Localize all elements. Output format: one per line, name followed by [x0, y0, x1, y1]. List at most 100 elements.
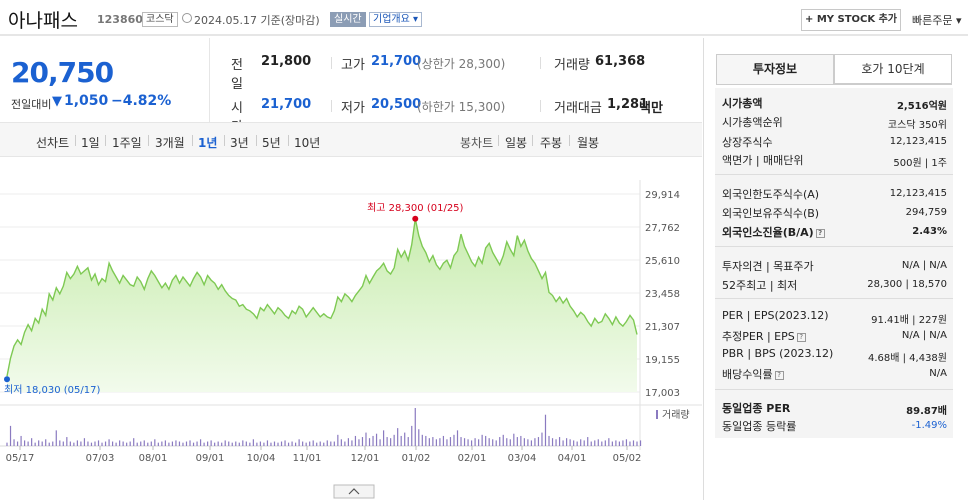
add-my-stock-button[interactable]: + MY STOCK 추가	[801, 9, 901, 31]
help-icon[interactable]: ?	[796, 333, 806, 342]
volume-bar	[161, 441, 163, 446]
volume-bar	[548, 435, 550, 446]
volume-bar	[178, 441, 181, 446]
volume-bar	[154, 439, 156, 446]
volume-bar	[164, 440, 166, 446]
market-cap-rank-label: 시가총액순위	[722, 116, 783, 129]
industry-per-label[interactable]: 동일업종 PER	[722, 400, 790, 416]
volume-bar	[13, 439, 15, 446]
company-info-dropdown[interactable]: 기업개요 ▾	[369, 12, 422, 27]
quick-order-button[interactable]: 빠른주문 ▾	[912, 12, 962, 28]
low-marker	[4, 376, 10, 383]
volume-bar	[502, 434, 504, 446]
volume-bar	[16, 441, 19, 446]
volume-bar	[277, 442, 279, 446]
volume-bar	[467, 439, 469, 446]
lower-limit: (하한가 15,300)	[417, 100, 506, 114]
volume-bar	[615, 440, 617, 446]
volume-bar	[485, 435, 487, 446]
volume-bar	[143, 440, 145, 446]
low-value: 20,500	[371, 97, 422, 112]
candle-monthly[interactable]: 월봉	[577, 134, 599, 151]
range-3m[interactable]: 3개월	[155, 134, 185, 151]
x-tick-label: 02/01	[458, 453, 487, 464]
help-icon[interactable]: ?	[774, 371, 784, 380]
divider	[715, 174, 953, 175]
volume-bar	[499, 437, 501, 446]
candle-daily[interactable]: 일봉	[505, 134, 527, 151]
dividend-value: N/A	[929, 368, 947, 379]
volume-bar	[133, 438, 135, 446]
volume-bar	[189, 440, 191, 446]
volume-bar	[344, 441, 346, 446]
volume-bar	[509, 439, 511, 446]
y-tick-label: 29,914	[645, 190, 680, 201]
listed-shares-value: 12,123,415	[889, 136, 947, 147]
divider	[256, 135, 257, 146]
volume-bar	[340, 439, 342, 446]
prev-close-value: 21,800	[261, 54, 312, 69]
volume-bar	[375, 433, 378, 446]
volume-bar	[326, 440, 328, 446]
pbr-label: PBR | BPS (2023.12)	[722, 347, 834, 360]
volume-bar	[55, 430, 57, 446]
range-10y[interactable]: 10년	[294, 134, 320, 151]
volume-bar	[217, 441, 219, 446]
volume-bar	[368, 438, 371, 446]
divider	[331, 57, 332, 69]
volume-bar	[171, 441, 174, 446]
volume-bar	[453, 434, 455, 446]
range-1w[interactable]: 1주일	[112, 134, 142, 151]
volume-bar	[302, 441, 304, 446]
low-label: 저가	[341, 101, 365, 116]
x-tick-label: 04/01	[558, 453, 587, 464]
x-tick-label: 12/01	[351, 453, 380, 464]
volume-bar	[312, 440, 314, 446]
tab-orderbook[interactable]: 호가 10단계	[834, 54, 952, 84]
market-badge: 코스닥	[142, 12, 178, 27]
volume-bar	[386, 437, 388, 446]
volume-bar	[520, 435, 522, 446]
range-3y[interactable]: 3년	[230, 134, 249, 151]
upper-limit: (상한가 28,300)	[417, 57, 506, 71]
volume-bar	[97, 440, 100, 446]
help-icon[interactable]: ?	[815, 229, 825, 238]
down-arrow-icon: ▼	[52, 94, 62, 109]
volume-bar	[210, 440, 212, 446]
collapse-button[interactable]	[333, 484, 375, 499]
volume-bar	[319, 441, 321, 446]
listed-shares-label: 상장주식수	[722, 136, 773, 149]
investment-info-panel: 투자정보 호가 10단계 시가총액 2,516억원 시가총액순위 코스닥 350…	[703, 38, 968, 500]
divider	[288, 135, 289, 146]
volume-bar	[119, 440, 121, 446]
divider	[224, 135, 225, 146]
volume-bar	[354, 435, 357, 446]
volume-bar	[597, 439, 599, 446]
volume-bar	[38, 440, 40, 446]
range-5y[interactable]: 5년	[262, 134, 281, 151]
volume-bar	[185, 441, 188, 446]
tab-investment-info[interactable]: 투자정보	[716, 54, 834, 84]
opinion-value: N/A | N/A	[901, 260, 947, 271]
candle-weekly[interactable]: 주봉	[540, 134, 562, 151]
volume-bar	[365, 432, 367, 446]
volume-bar	[273, 441, 276, 446]
volume-bar	[27, 441, 29, 446]
divider	[716, 84, 952, 85]
realtime-button[interactable]: 실시간	[330, 12, 366, 27]
range-1y[interactable]: 1년	[198, 134, 217, 151]
volume-bar	[404, 432, 406, 446]
y-tick-label: 25,610	[645, 256, 680, 267]
x-tick-label: 05/02	[613, 453, 642, 464]
range-1d[interactable]: 1일	[81, 134, 100, 151]
volume-bar	[425, 435, 427, 446]
volume-bar	[136, 442, 138, 446]
industry-change-label[interactable]: 동일업종 등락률	[722, 418, 796, 434]
divider	[715, 298, 953, 299]
volume-bar	[157, 442, 159, 446]
price-chart[interactable]: 29,914 27,762 25,610 23,458 21,307 19,155 17,0…	[0, 160, 702, 500]
volume-bar	[390, 438, 392, 446]
volume-bar	[492, 439, 494, 446]
volume-bar	[41, 441, 43, 446]
volume-bar	[470, 440, 473, 446]
